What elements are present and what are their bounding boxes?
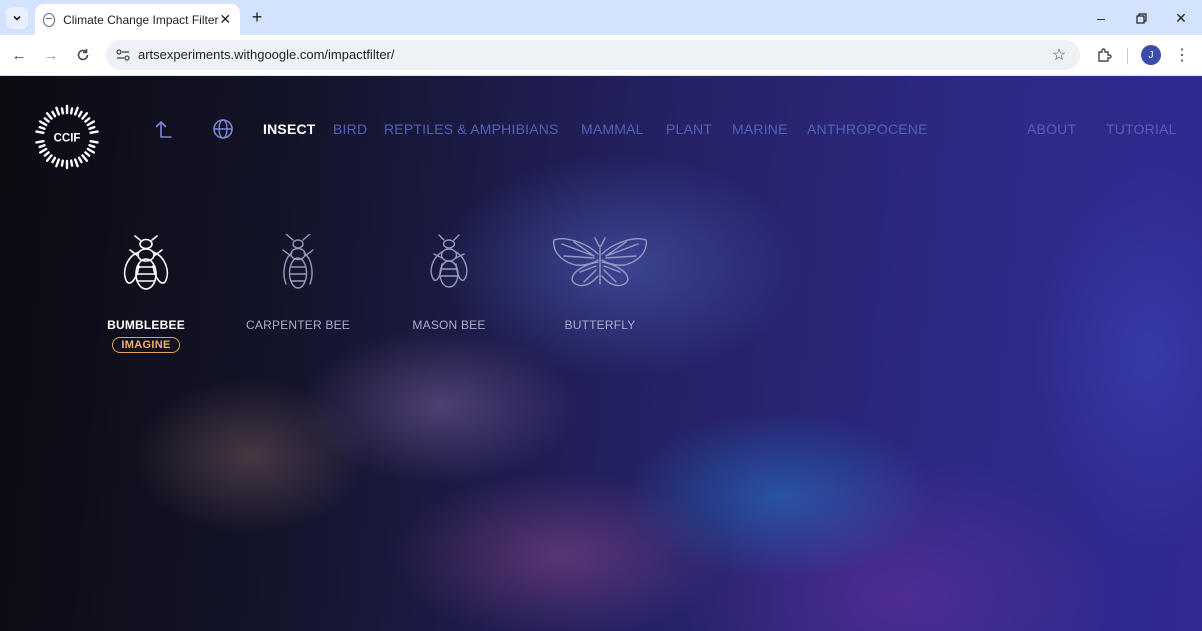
logo-tick <box>55 106 60 116</box>
species-label: MASON BEE <box>412 318 486 332</box>
nav-plant[interactable]: PLANT <box>666 121 712 137</box>
profile-avatar[interactable]: J <box>1141 45 1161 65</box>
nav-tutorial[interactable]: TUTORIAL <box>1106 121 1177 137</box>
forward-icon[interactable]: → <box>40 44 62 66</box>
logo-tick <box>86 147 96 154</box>
bumblebee-icon <box>123 235 169 290</box>
logo-tick <box>74 106 79 116</box>
site-favicon-icon <box>43 12 56 27</box>
nav-insect[interactable]: INSECT <box>263 121 316 137</box>
ccif-logo[interactable]: CCIF <box>34 104 100 170</box>
nav-reptiles-amphibians[interactable]: REPTILES & AMPHIBIANS <box>384 121 559 137</box>
logo-tick <box>84 117 91 123</box>
logo-tick <box>88 144 96 149</box>
logo-tick <box>81 112 89 120</box>
logo-tick <box>55 158 60 168</box>
nav-anthropocene[interactable]: ANTHROPOCENE <box>807 121 928 137</box>
logo-tick <box>69 159 74 167</box>
minimize-icon[interactable]: – <box>1090 7 1112 29</box>
tab-strip: Climate Change Impact Filter ✕ + – ✕ <box>0 0 1202 35</box>
nav-mammal[interactable]: MAMMAL <box>581 121 644 137</box>
extensions-icon[interactable] <box>1093 44 1115 66</box>
mason-bee-icon <box>430 234 468 288</box>
logo-tick <box>45 154 53 162</box>
species-bumblebee[interactable]: BUMBLEBEE IMAGINE <box>81 234 211 353</box>
logo-text: CCIF <box>54 133 81 145</box>
logo-tick <box>35 139 45 144</box>
imagine-badge[interactable]: IMAGINE <box>112 337 180 353</box>
logo-tick <box>43 151 50 157</box>
tab-title: Climate Change Impact Filter <box>63 12 219 27</box>
logo-tick <box>84 151 91 157</box>
logo-tick <box>38 144 46 149</box>
back-icon[interactable]: ← <box>8 44 30 66</box>
nav-about[interactable]: ABOUT <box>1027 121 1076 137</box>
species-label: BUTTERFLY <box>564 318 636 332</box>
logo-tick <box>77 110 83 118</box>
address-bar[interactable]: artsexperiments.withgoogle.com/impactfil… <box>106 40 1080 70</box>
logo-tick <box>89 139 99 144</box>
logo-tick <box>60 159 65 167</box>
browser-toolbar: ← → artsexperiments.withgoogle.com/impac… <box>0 35 1202 76</box>
nav-bird[interactable]: BIRD <box>333 121 367 137</box>
logo-tick <box>60 107 65 115</box>
browser-tab[interactable]: Climate Change Impact Filter ✕ <box>35 4 240 35</box>
bookmark-star-icon[interactable]: ☆ <box>1048 44 1070 66</box>
logo-tick <box>38 147 48 154</box>
web-page: CCIF INSECT BIRD REPTILES & AMPHIBIANS M… <box>0 76 1202 631</box>
logo-tick <box>77 156 83 164</box>
globe-icon[interactable] <box>211 117 235 141</box>
logo-tick <box>45 112 53 120</box>
species-label: BUMBLEBEE <box>107 318 185 332</box>
new-tab-button[interactable]: + <box>247 7 267 27</box>
nav-marine[interactable]: MARINE <box>732 121 788 137</box>
logo-tick <box>69 107 74 115</box>
logo-tick <box>38 120 48 127</box>
carpenter-bee-icon <box>282 234 314 289</box>
logo-tick <box>51 156 57 164</box>
butterfly-icon <box>553 237 647 287</box>
up-arrow-icon[interactable] <box>152 117 176 141</box>
close-tab-icon[interactable]: ✕ <box>219 11 232 28</box>
logo-tick <box>88 125 96 130</box>
logo-tick <box>81 154 89 162</box>
species-butterfly[interactable]: BUTTERFLY <box>535 234 665 332</box>
restore-icon[interactable] <box>1130 7 1152 29</box>
tab-search-button[interactable] <box>6 7 28 29</box>
logo-tick <box>43 117 50 123</box>
close-window-icon[interactable]: ✕ <box>1170 7 1192 29</box>
reload-icon[interactable] <box>72 44 94 66</box>
site-settings-icon[interactable] <box>112 44 134 66</box>
logo-tick <box>89 130 99 135</box>
logo-tick <box>51 110 57 118</box>
more-menu-icon[interactable]: ⋮ <box>1171 44 1193 66</box>
species-carpenter-bee[interactable]: CARPENTER BEE <box>233 234 363 332</box>
logo-tick <box>35 130 45 135</box>
chevron-down-icon <box>13 15 21 21</box>
logo-tick <box>86 120 96 127</box>
logo-tick <box>38 125 46 130</box>
url-text: artsexperiments.withgoogle.com/impactfil… <box>138 47 395 62</box>
logo-tick <box>74 158 79 168</box>
species-label: CARPENTER BEE <box>246 318 350 332</box>
species-mason-bee[interactable]: MASON BEE <box>384 234 514 332</box>
toolbar-separator <box>1127 48 1128 64</box>
